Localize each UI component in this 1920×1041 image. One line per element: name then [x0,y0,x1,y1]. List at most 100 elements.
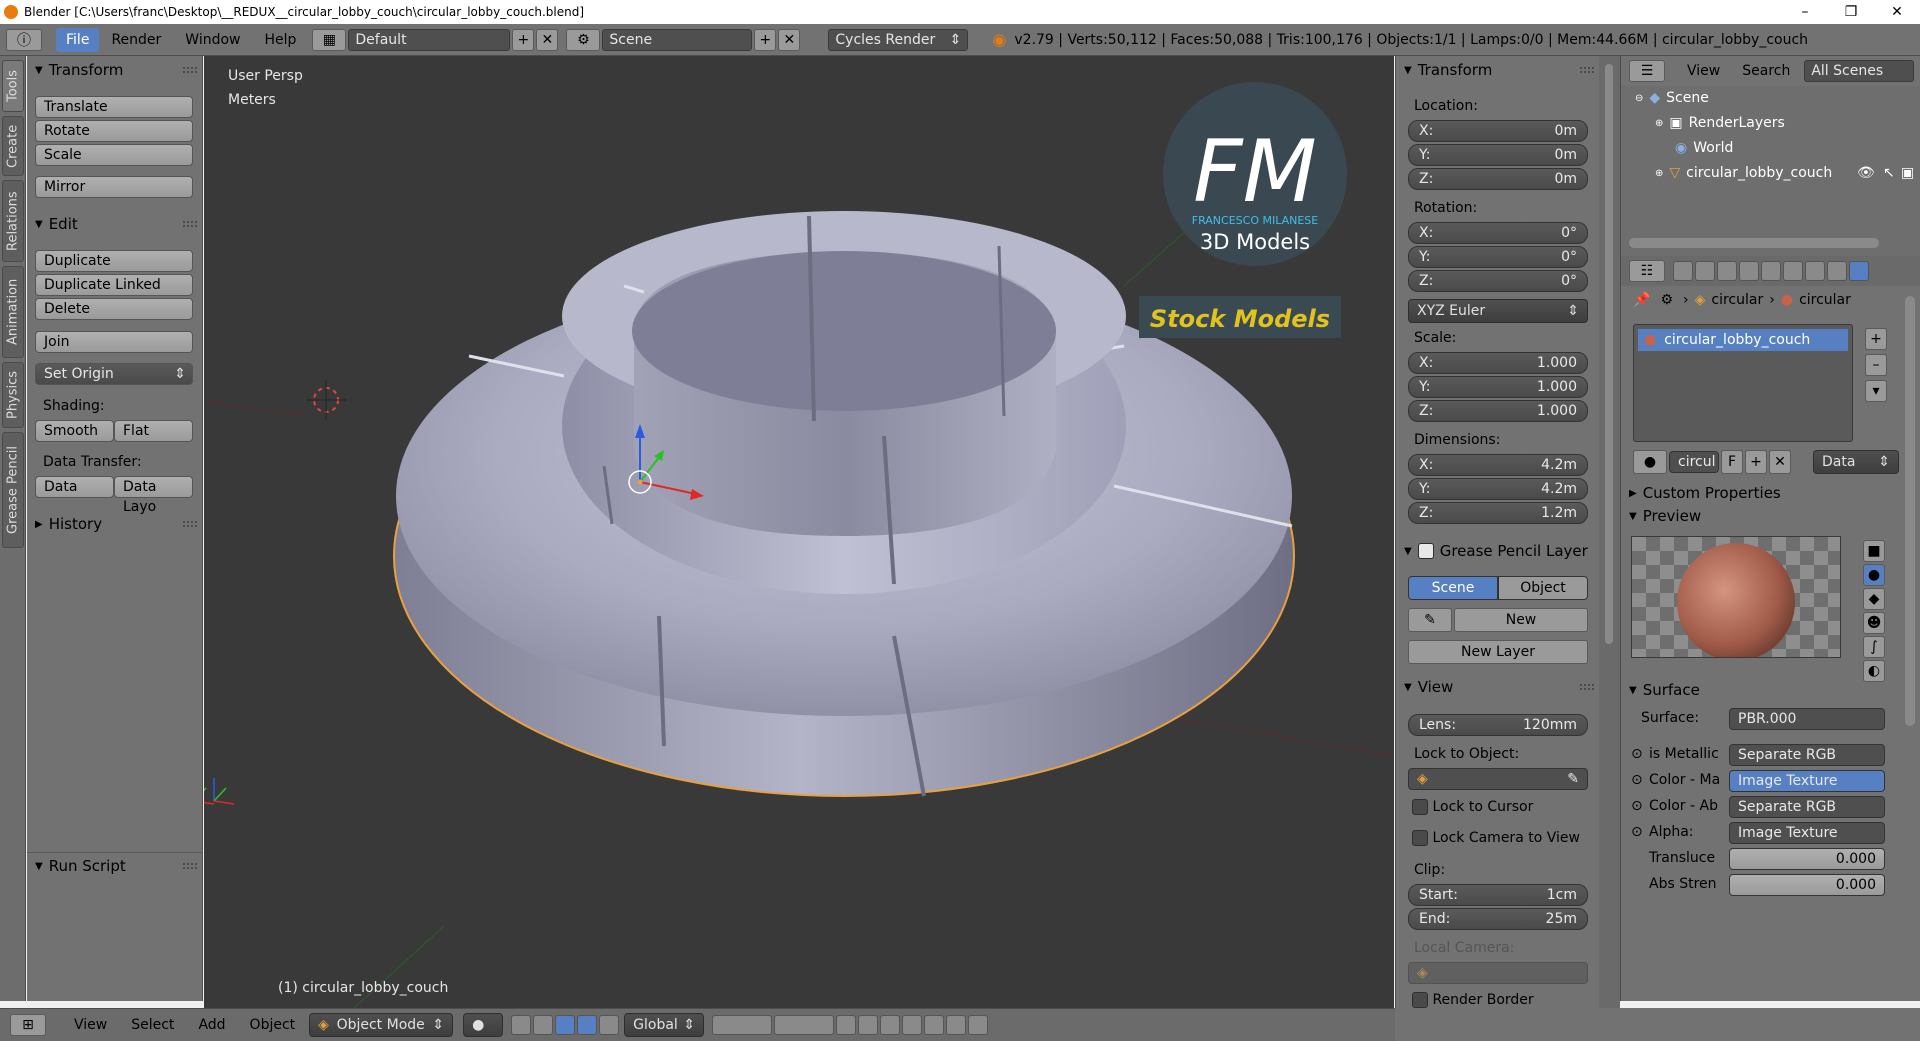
scene-tab-icon[interactable] [1717,261,1737,281]
screen-layout-field[interactable]: Default [348,28,511,51]
grip-icon[interactable] [183,863,197,869]
viewport-editor-icon[interactable]: ⊞ [10,1014,46,1036]
grip-icon[interactable] [1580,684,1594,690]
scale-z-field[interactable]: Z: 1.000 [1408,400,1588,422]
preview-flat-icon[interactable]: ■ [1863,540,1885,562]
snap-element-icon[interactable] [902,1015,923,1035]
grip-icon[interactable] [183,521,197,527]
manipulator-toggle-icon[interactable] [533,1015,554,1035]
properties-editor-icon[interactable]: ☷ [1629,260,1665,282]
rotate-button[interactable]: Rotate [35,120,193,142]
render-opengl-icon[interactable] [946,1015,967,1035]
tab-create[interactable]: Create [2,116,24,176]
rotation-x-field[interactable]: X: 0° [1408,222,1588,244]
grease-pencil-checkbox[interactable] [1417,543,1434,559]
close-button[interactable]: ✕ [1874,0,1920,24]
constraints-tab-icon[interactable] [1783,261,1803,281]
remove-scene-icon[interactable]: ✕ [778,28,801,51]
gp-scene-tab[interactable]: Scene [1408,576,1498,600]
dimensions-x-field[interactable]: X: 4.2m [1408,454,1588,476]
material-slot-list[interactable]: ● circular_lobby_couch [1633,324,1853,442]
dimensions-z-field[interactable]: Z: 1.2m [1408,502,1588,524]
socket-input-field[interactable]: Separate RGB [1729,744,1885,766]
outliner-hscrollbar[interactable] [1629,238,1879,248]
preview-monkey-icon[interactable]: ☻ [1863,612,1885,634]
flat-button[interactable]: Flat [114,420,193,442]
translate-button[interactable]: Translate [35,96,193,118]
cursor-select-icon[interactable]: ↖ [1883,165,1895,181]
add-menu[interactable]: Add [198,1017,225,1033]
socket-input-field[interactable]: Image Texture [1729,770,1885,792]
minimize-button[interactable]: – [1782,0,1828,24]
mirror-button[interactable]: Mirror [35,176,193,198]
editor-type-icon[interactable]: ⓘ [6,28,42,51]
socket-icon[interactable]: ⊙ [1631,798,1643,814]
location-z-field[interactable]: Z: 0m [1408,168,1588,190]
lock-camera-checkbox[interactable] [1412,830,1428,846]
object-tab-icon[interactable] [1761,261,1781,281]
add-layout-icon[interactable]: + [512,28,535,51]
preview-cube-icon[interactable]: ◆ [1863,588,1885,610]
clip-start-field[interactable]: Start: 1cm [1408,884,1588,906]
material-slot-item[interactable]: ● circular_lobby_couch [1638,329,1848,351]
edit-panel-header[interactable]: ▼ Edit [27,212,203,236]
rotation-mode-select[interactable]: XYZ Euler ⇕ [1408,299,1588,323]
scale-manipulator-icon[interactable] [599,1015,620,1035]
gp-new-layer-button[interactable]: New Layer [1408,640,1588,664]
data-button[interactable]: Data [35,476,114,498]
translucent-slider[interactable]: 0.000 [1729,848,1885,870]
lock-layers-icon[interactable] [836,1015,857,1035]
history-panel-header[interactable]: ▶ History [27,512,203,536]
abs-strength-slider[interactable]: 0.000 [1729,874,1885,896]
location-y-field[interactable]: Y: 0m [1408,144,1588,166]
view-panel-header[interactable]: ▼ View [1396,675,1600,699]
data-tab-icon[interactable] [1827,261,1847,281]
add-slot-icon[interactable]: + [1865,328,1887,350]
modifiers-tab-icon[interactable] [1805,261,1825,281]
socket-icon[interactable]: ⊙ [1631,772,1643,788]
screen-layout-icon[interactable]: ▦ [312,28,347,51]
outliner-editor-icon[interactable]: ☰ [1629,60,1665,82]
camera-render-icon[interactable]: ▣ [1901,165,1914,181]
collapse-icon[interactable]: ⊖ [1635,93,1643,104]
expand-icon[interactable]: ⊕ [1655,118,1663,129]
location-x-field[interactable]: X: 0m [1408,120,1588,142]
render-border-row[interactable]: Render Border [1412,992,1534,1008]
preview-hair-icon[interactable]: ∫ [1863,636,1885,658]
outliner-item-couch[interactable]: ⊕ ▽ circular_lobby_couch [1655,165,1832,181]
3d-viewport[interactable]: FM FRANCESCO MILANESE 3D Models Stock Mo… [204,56,1394,1008]
run-script-panel-header[interactable]: ▼ Run Script [27,854,203,878]
surface-shader-field[interactable]: PBR.000 [1729,708,1885,730]
transform-panel-header[interactable]: ▼ Transform [27,58,203,82]
outliner-item-world[interactable]: ◉ World [1675,140,1733,156]
menu-file[interactable]: File [56,27,100,52]
outliner-filter-select[interactable]: All Scenes [1804,60,1915,82]
preview-header[interactable]: ▼ Preview [1621,504,1920,528]
gp-object-tab[interactable]: Object [1498,576,1588,600]
layers-grid-icon[interactable] [774,1015,835,1035]
proportional-edit-icon[interactable] [858,1015,879,1035]
tab-grease-pencil[interactable]: Grease Pencil [2,432,24,548]
interaction-mode-select[interactable]: ◈ Object Mode ⇕ [309,1013,454,1037]
snap-icon[interactable] [880,1015,901,1035]
transform-orientation-select[interactable]: Global ⇕ [624,1013,705,1037]
material-name-field[interactable]: circul [1669,451,1719,473]
layers-tab-icon[interactable] [1695,261,1715,281]
scale-x-field[interactable]: X: 1.000 [1408,352,1588,374]
unlink-material-icon[interactable]: ✕ [1769,450,1791,474]
view-menu[interactable]: View [74,1017,107,1033]
lens-field[interactable]: Lens: 120mm [1408,714,1588,736]
socket-input-field[interactable]: Separate RGB [1729,796,1885,818]
delete-button[interactable]: Delete [35,298,193,320]
viewport-scene[interactable]: FM FRANCESCO MILANESE 3D Models Stock Mo… [204,56,1394,1008]
eyedropper-icon[interactable]: ✎ [1567,771,1579,787]
tab-tools[interactable]: Tools [2,60,24,112]
render-animation-icon[interactable] [968,1015,989,1035]
tab-animation[interactable]: Animation [2,266,24,358]
grease-pencil-panel-header[interactable]: ▼ Grease Pencil Layer [1396,539,1600,563]
custom-properties-header[interactable]: ▶ Custom Properties [1621,481,1920,505]
tab-physics[interactable]: Physics [2,362,24,428]
pin-icon[interactable]: 📌 [1633,292,1650,308]
outliner-view-menu[interactable]: View [1687,63,1720,79]
menu-help[interactable]: Help [252,28,308,52]
